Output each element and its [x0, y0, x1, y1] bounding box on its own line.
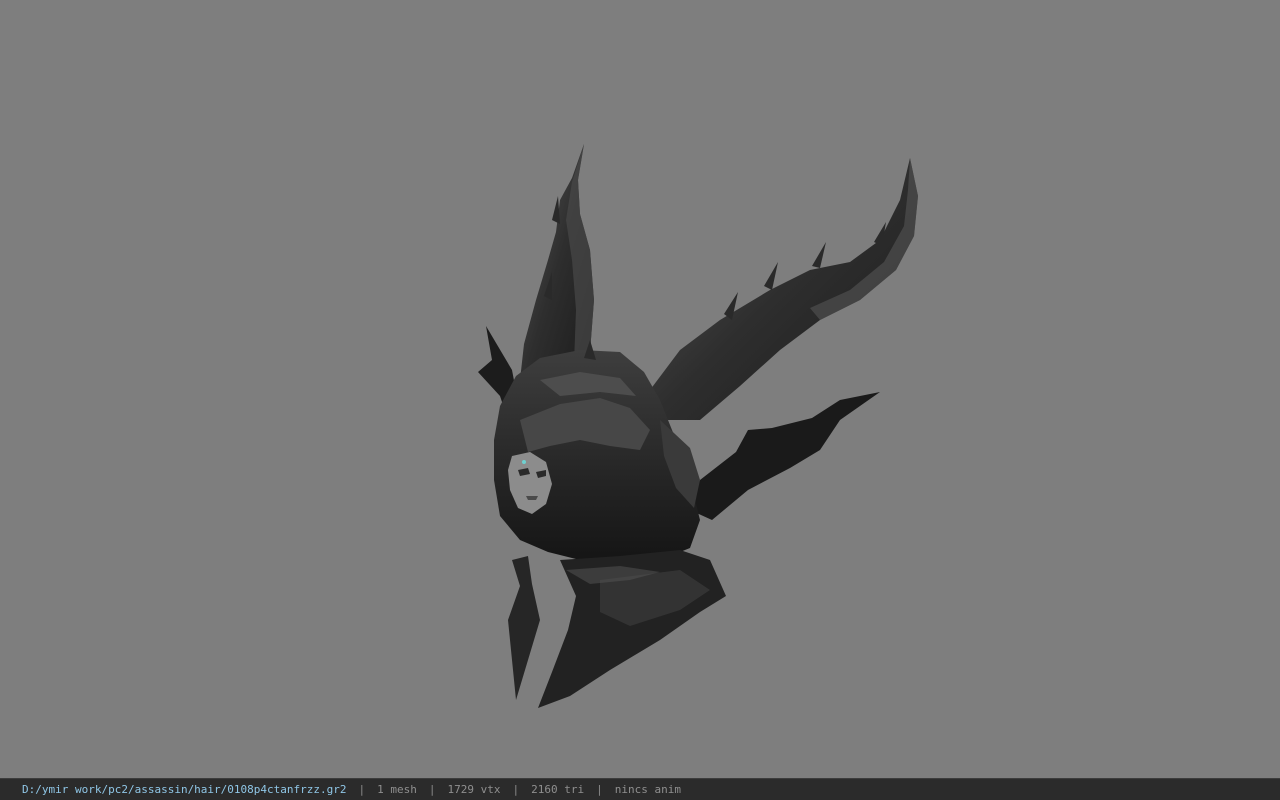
animation-status: nincs anim — [614, 783, 681, 796]
status-separator: | — [358, 783, 366, 796]
mesh-count: 1 mesh — [377, 783, 417, 796]
3d-viewport[interactable] — [0, 0, 1280, 778]
vertex-count: 1729 vtx — [447, 783, 501, 796]
status-separator: | — [428, 783, 436, 796]
right-horn — [650, 158, 918, 420]
horned-helmet-model[interactable] — [0, 0, 1280, 778]
status-separator: | — [512, 783, 520, 796]
status-bar: D:/ymir work/pc2/assassin/hair/0108p4cta… — [0, 778, 1280, 800]
triangle-count: 2160 tri — [531, 783, 585, 796]
right-streamer — [690, 392, 880, 520]
file-path: D:/ymir work/pc2/assassin/hair/0108p4cta… — [22, 783, 347, 796]
status-separator: | — [596, 783, 603, 796]
left-ribbon — [508, 556, 540, 700]
